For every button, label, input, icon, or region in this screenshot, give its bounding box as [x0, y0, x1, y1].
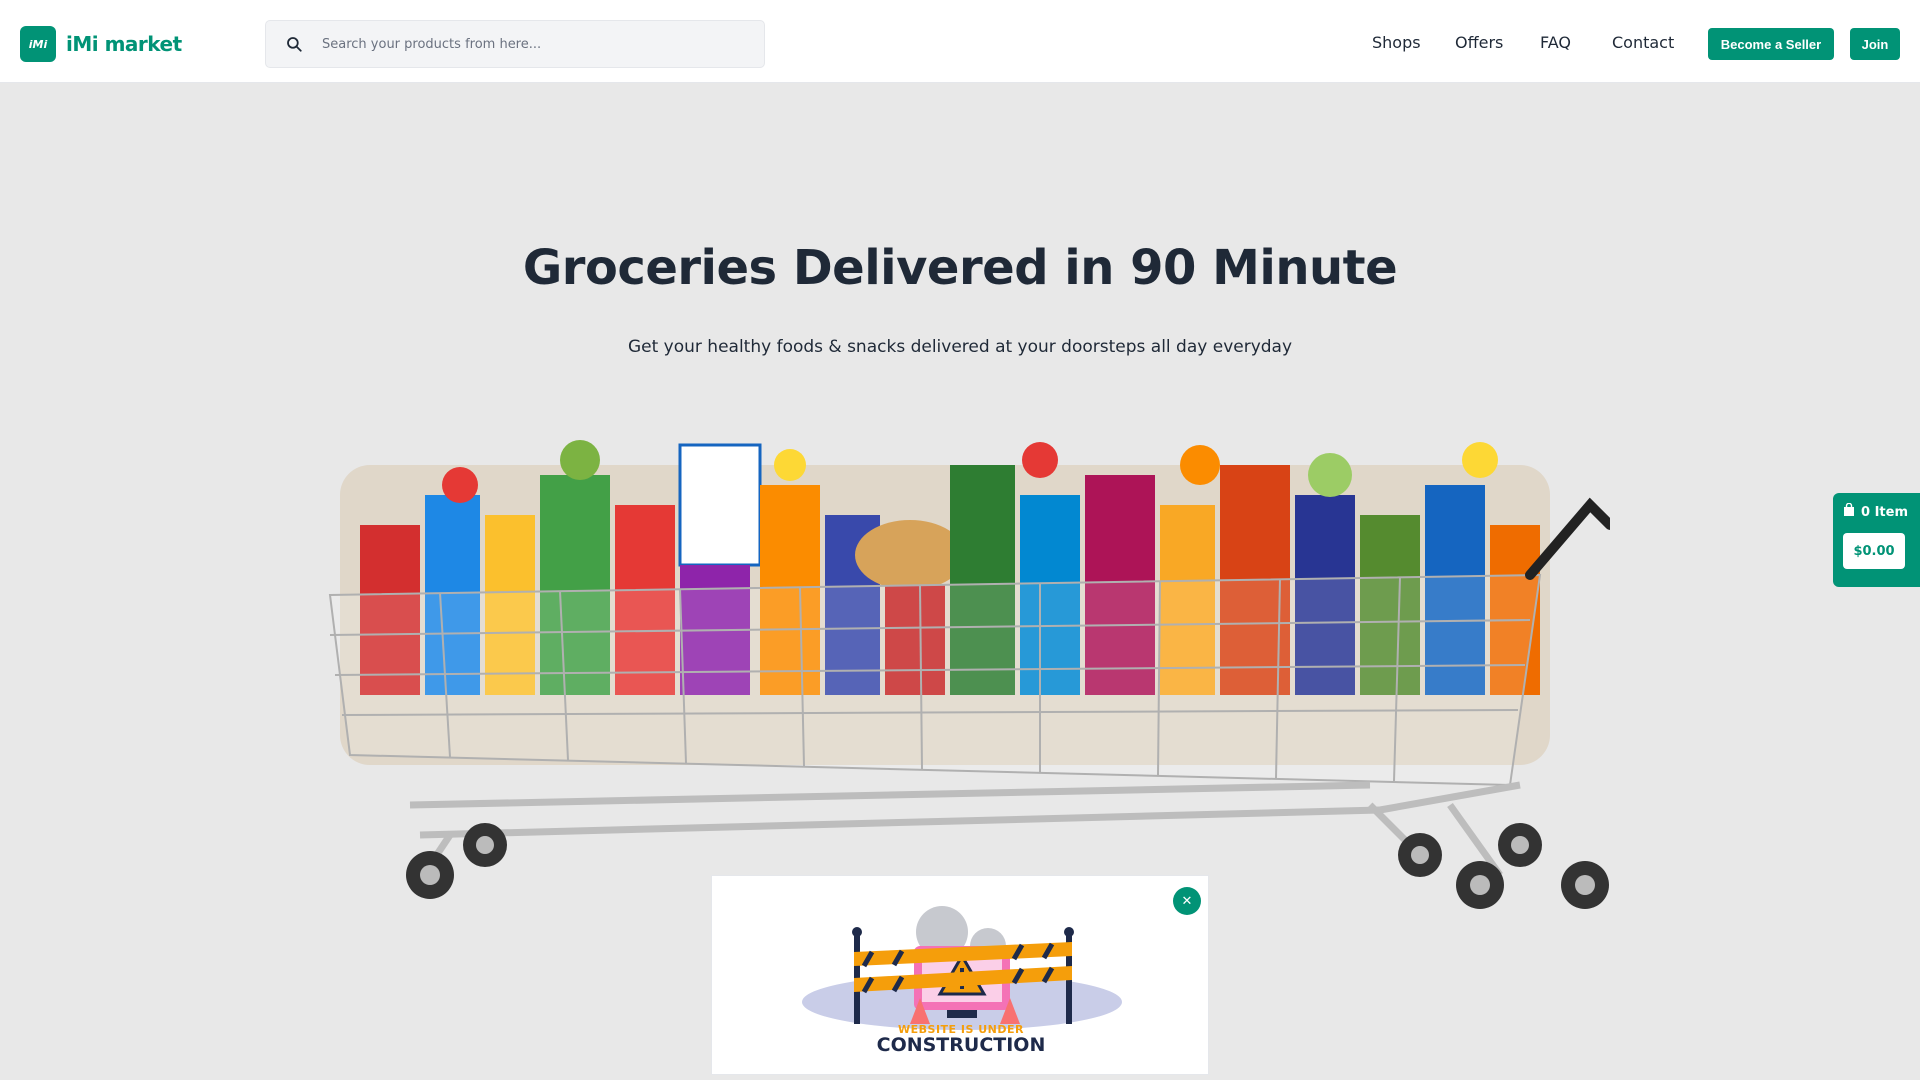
become-seller-button[interactable]: Become a Seller	[1708, 28, 1834, 60]
join-button[interactable]: Join	[1850, 28, 1900, 60]
construction-title: CONSTRUCTION	[876, 1034, 1046, 1056]
grocery-cart-image	[328, 440, 1610, 909]
nav-faq[interactable]: FAQ	[1540, 33, 1571, 52]
logo[interactable]: iMi iMi market	[20, 26, 182, 62]
close-icon[interactable]: ✕	[1173, 887, 1201, 915]
search-icon[interactable]	[266, 20, 322, 68]
search-input[interactable]	[322, 21, 764, 67]
nav-shops[interactable]: Shops	[1372, 33, 1421, 52]
cart-widget[interactable]: 0 Item $0.00	[1833, 493, 1920, 587]
construction-popup: ✕ WEBSITE IS UNDER CONSTRUCTION	[711, 875, 1209, 1075]
shopping-bag-icon	[1843, 502, 1855, 521]
nav-contact[interactable]: Contact	[1612, 33, 1674, 52]
cart-item-count: 0 Item	[1861, 504, 1908, 520]
cart-frame	[409, 781, 1521, 878]
site-header: iMi iMi market Shops Offers FAQ Contact …	[0, 0, 1920, 83]
cart-count-row: 0 Item	[1843, 501, 1910, 523]
hero-title: Groceries Delivered in 90 Minute	[522, 240, 1398, 296]
nav-offers[interactable]: Offers	[1455, 33, 1503, 52]
logo-mark: iMi	[20, 26, 56, 62]
search-bar	[265, 20, 765, 68]
cart-basket	[328, 573, 1542, 787]
cart-total: $0.00	[1843, 533, 1905, 569]
logo-text: iMi market	[66, 32, 182, 56]
hero-subtitle: Get your healthy foods & snacks delivere…	[627, 337, 1293, 357]
